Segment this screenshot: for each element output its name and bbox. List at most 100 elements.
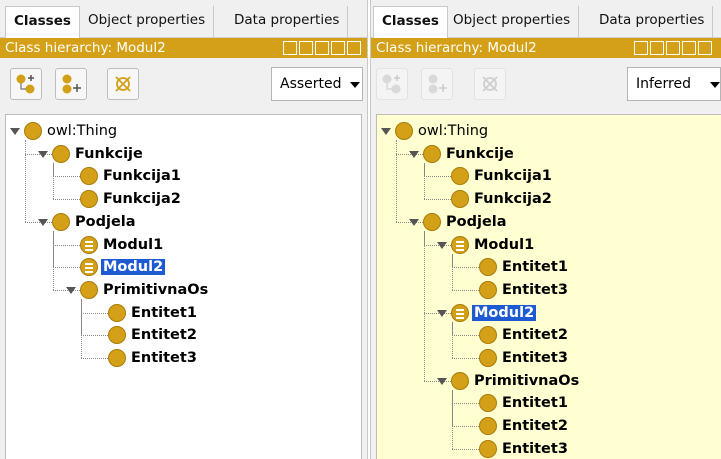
class-icon bbox=[52, 144, 70, 163]
add-sibling-class-button[interactable] bbox=[421, 68, 453, 100]
split-vertical-icon[interactable] bbox=[299, 41, 313, 55]
class-icon bbox=[479, 439, 497, 458]
view-title-bar: Class hierarchy: Modul2 bbox=[371, 38, 721, 58]
tree-node[interactable]: Modul1 bbox=[80, 234, 165, 256]
tree-node-label: Entitet3 bbox=[502, 281, 568, 298]
delete-class-icon bbox=[482, 76, 498, 92]
tree-node[interactable]: Funkcija2 bbox=[451, 188, 554, 210]
tree-node-label: Funkcija2 bbox=[103, 191, 181, 208]
tree-node-label: owl:Thing bbox=[418, 123, 489, 139]
tree-connector bbox=[53, 244, 80, 246]
expand-toggle-icon[interactable] bbox=[437, 241, 447, 249]
split-horizontal-icon[interactable] bbox=[666, 41, 680, 55]
hierarchy-mode-dropdown[interactable]: Inferred bbox=[627, 67, 721, 101]
class-tree[interactable]: owl:Thing Funkcije Funkcija1 Funkcija2 Podje… bbox=[376, 114, 721, 459]
tab-data-properties[interactable]: Data properties bbox=[591, 6, 714, 38]
tree-node[interactable]: Entitet1 bbox=[479, 256, 570, 278]
split-vertical-icon[interactable] bbox=[650, 41, 664, 55]
tree-node[interactable]: Funkcija2 bbox=[80, 188, 183, 210]
tree-node-label: owl:Thing bbox=[47, 123, 118, 139]
tab-object-properties[interactable]: Object properties bbox=[445, 6, 580, 38]
tree-connector bbox=[53, 199, 80, 201]
tab-data-properties[interactable]: Data properties bbox=[226, 6, 349, 38]
defined-class-icon bbox=[80, 235, 98, 254]
tree-node[interactable]: Funkcije bbox=[423, 143, 516, 165]
class-icon bbox=[108, 303, 126, 322]
tree-node-label: Entitet3 bbox=[131, 350, 197, 366]
tree-node[interactable]: owl:Thing bbox=[24, 120, 119, 142]
tree-node-label: Funkcije bbox=[75, 145, 143, 162]
view-controls bbox=[283, 41, 361, 55]
help-icon[interactable] bbox=[634, 41, 648, 55]
add-sibling-class-icon bbox=[62, 74, 81, 94]
add-sibling-class-button[interactable] bbox=[55, 68, 87, 100]
tree-node-label: Funkcija2 bbox=[474, 191, 552, 208]
hierarchy-toolbar: Asserted bbox=[0, 58, 367, 114]
tree-node[interactable]: Modul2 bbox=[451, 302, 537, 324]
tree-node[interactable]: owl:Thing bbox=[395, 120, 490, 142]
maximize-icon[interactable] bbox=[331, 41, 345, 55]
tree-node[interactable]: Entitet3 bbox=[479, 438, 570, 459]
tree-node[interactable]: Entitet3 bbox=[479, 279, 570, 301]
tree-connector bbox=[424, 199, 451, 201]
tree-node[interactable]: Entitet2 bbox=[479, 324, 570, 346]
class-tree[interactable]: owl:Thing Funkcije Funkcija1 Funkcija2 Podje… bbox=[5, 114, 362, 459]
tree-node[interactable]: Entitet3 bbox=[108, 347, 199, 369]
help-icon[interactable] bbox=[283, 41, 297, 55]
tree-node[interactable]: Funkcija1 bbox=[451, 165, 554, 187]
tree-node[interactable]: Funkcija1 bbox=[80, 165, 183, 187]
tree-node[interactable]: Entitet1 bbox=[108, 302, 199, 324]
tree-connector bbox=[424, 162, 425, 200]
class-icon bbox=[479, 280, 497, 299]
expand-toggle-icon[interactable] bbox=[409, 218, 419, 226]
tree-node[interactable]: Modul1 bbox=[451, 234, 536, 256]
defined-class-icon bbox=[451, 303, 469, 322]
tab-classes[interactable]: Classes bbox=[373, 6, 448, 38]
hierarchy-mode-value: Asserted bbox=[280, 76, 342, 92]
expand-toggle-icon[interactable] bbox=[409, 150, 419, 158]
hierarchy-mode-dropdown[interactable]: Asserted bbox=[271, 67, 363, 101]
class-icon bbox=[479, 417, 497, 436]
class-icon bbox=[479, 394, 497, 413]
tree-node-label: Modul1 bbox=[474, 236, 535, 253]
tree-node[interactable]: Funkcije bbox=[52, 143, 145, 165]
tree-node[interactable]: Podjela bbox=[423, 211, 509, 233]
add-subclass-icon bbox=[382, 74, 401, 94]
close-view-icon[interactable] bbox=[347, 41, 361, 55]
tree-node[interactable]: PrimitivnaOs bbox=[451, 370, 581, 392]
tree-node[interactable]: Modul2 bbox=[80, 256, 166, 278]
add-subclass-button[interactable] bbox=[376, 68, 408, 100]
tree-node[interactable]: Podjela bbox=[52, 211, 138, 233]
expand-toggle-icon[interactable] bbox=[38, 218, 48, 226]
expand-toggle-icon[interactable] bbox=[38, 150, 48, 158]
delete-class-button[interactable] bbox=[474, 68, 506, 100]
close-view-icon[interactable] bbox=[698, 41, 712, 55]
expand-toggle-icon[interactable] bbox=[437, 309, 447, 317]
tree-node-label: Modul2 bbox=[101, 259, 166, 276]
tree-node[interactable]: Entitet2 bbox=[108, 324, 199, 346]
tree-node[interactable]: PrimitivnaOs bbox=[80, 279, 210, 301]
tab-bar: Classes Object properties Data propertie… bbox=[371, 0, 721, 38]
tree-node[interactable]: Entitet2 bbox=[479, 415, 570, 437]
tree-connector bbox=[53, 230, 54, 290]
maximize-icon[interactable] bbox=[682, 41, 696, 55]
add-subclass-button[interactable] bbox=[10, 68, 42, 100]
tree-node-label: Modul2 bbox=[472, 304, 537, 321]
tree-node-label: Entitet1 bbox=[131, 304, 197, 321]
tab-object-properties[interactable]: Object properties bbox=[80, 6, 215, 38]
view-title: Class hierarchy: Modul2 bbox=[5, 40, 166, 56]
tree-node[interactable]: Entitet3 bbox=[479, 347, 570, 369]
expand-toggle-icon[interactable] bbox=[437, 377, 447, 385]
tab-bar: Classes Object properties Data propertie… bbox=[0, 0, 367, 38]
tree-node-label: Entitet1 bbox=[502, 259, 568, 276]
tree-node-label: Modul1 bbox=[103, 236, 164, 253]
inferred-class-hierarchy-pane: Classes Object properties Data propertie… bbox=[371, 0, 721, 459]
expand-toggle-icon[interactable] bbox=[381, 128, 391, 135]
tab-classes[interactable]: Classes bbox=[5, 6, 80, 38]
tree-node[interactable]: Entitet1 bbox=[479, 392, 570, 414]
expand-toggle-icon[interactable] bbox=[10, 128, 20, 135]
expand-toggle-icon[interactable] bbox=[66, 286, 76, 294]
delete-class-button[interactable] bbox=[107, 68, 139, 100]
split-horizontal-icon[interactable] bbox=[315, 41, 329, 55]
tree-connector bbox=[452, 403, 479, 405]
